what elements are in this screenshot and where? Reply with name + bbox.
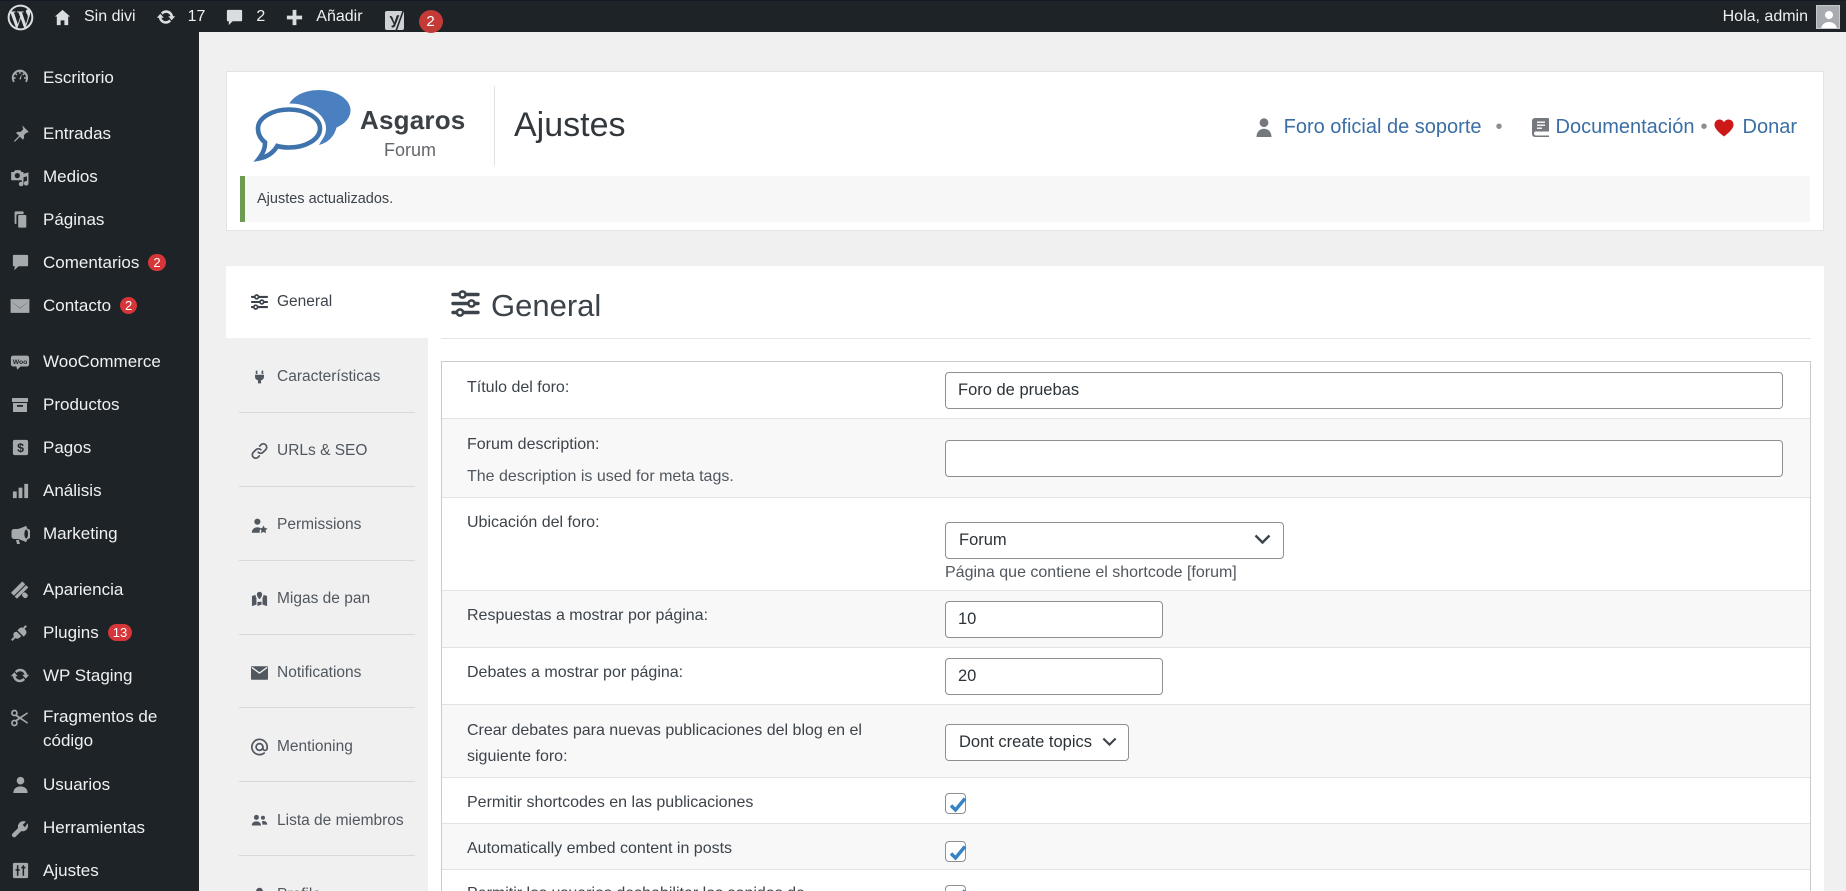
svg-text:Woo: Woo <box>13 359 28 366</box>
svg-text:$: $ <box>17 441 24 455</box>
